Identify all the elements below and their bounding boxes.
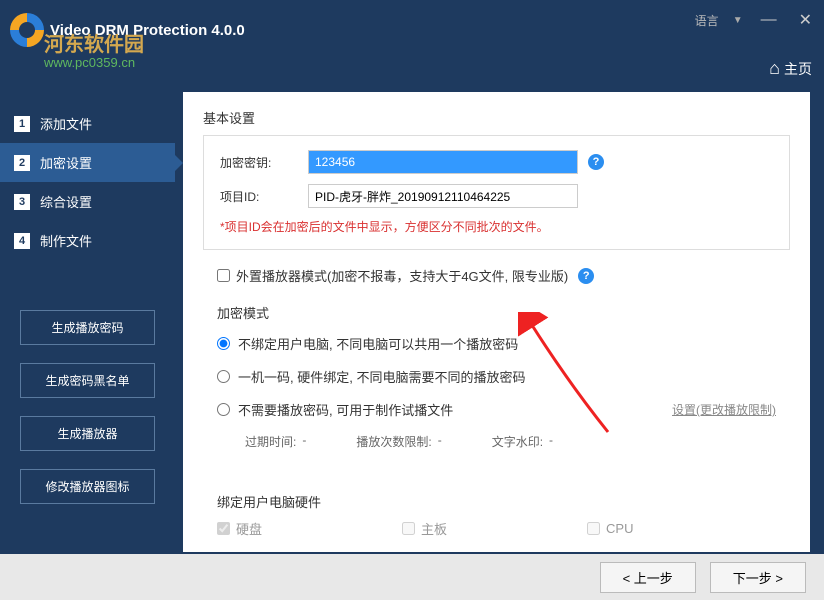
mode-radio-1[interactable] — [217, 370, 230, 383]
sidebar: 1 添加文件 2 加密设置 3 综合设置 4 制作文件 生成播放密码 生成密码黑… — [0, 82, 175, 552]
project-id-input[interactable] — [308, 184, 578, 208]
play-limit-value: - — [438, 433, 442, 450]
nav-num: 1 — [14, 116, 30, 132]
help-icon[interactable]: ? — [588, 154, 604, 170]
bind-board[interactable]: 主板 — [402, 519, 447, 538]
mode-section-title: 加密模式 — [203, 303, 790, 322]
gen-player-button[interactable]: 生成播放器 — [20, 416, 155, 451]
prev-button[interactable]: < 上一步 — [600, 562, 696, 593]
app-logo-icon — [10, 13, 44, 47]
nav-num: 4 — [14, 233, 30, 249]
modify-player-icon-button[interactable]: 修改播放器图标 — [20, 469, 155, 504]
watermark-cn-text: 河东软件园 — [44, 28, 144, 57]
text-watermark-label: 文字水印: — [492, 433, 543, 450]
nav-item-encrypt-settings[interactable]: 2 加密设置 — [0, 143, 175, 182]
window-controls: 语言 ▼ — ✕ — [695, 8, 816, 32]
bind-disk-checkbox[interactable] — [217, 522, 230, 535]
home-icon — [769, 58, 780, 79]
basic-fieldset: 加密密钥: ? 项目ID: *项目ID会在加密后的文件中显示，方便区分不同批次的… — [203, 135, 790, 250]
mode-option-no-bind[interactable]: 不绑定用户电脑, 不同电脑可以共用一个播放密码 — [217, 334, 776, 353]
bottom-bar: < 上一步 下一步 > — [0, 554, 824, 600]
external-player-label: 外置播放器模式(加密不报毒，支持大于4G文件, 限专业版) — [236, 266, 568, 285]
gen-play-password-button[interactable]: 生成播放密码 — [20, 310, 155, 345]
nav-item-add-file[interactable]: 1 添加文件 — [0, 104, 175, 143]
mode-option-hw-bind[interactable]: 一机一码, 硬件绑定, 不同电脑需要不同的播放密码 — [217, 367, 776, 386]
title-bar: Video DRM Protection 4.0.0 河东软件园 www.pc0… — [0, 0, 824, 60]
nav-num: 3 — [14, 194, 30, 210]
main-panel: 基本设置 加密密钥: ? 项目ID: *项目ID会在加密后的文件中显示，方便区分… — [183, 92, 810, 552]
nav-label: 添加文件 — [40, 114, 92, 133]
next-button[interactable]: 下一步 > — [710, 562, 806, 593]
nav-label: 制作文件 — [40, 231, 92, 250]
expire-value: - — [302, 433, 306, 450]
home-link[interactable]: 主页 — [769, 58, 812, 79]
bind-cpu[interactable]: CPU — [587, 519, 633, 538]
bind-board-checkbox[interactable] — [402, 522, 415, 535]
mode-label: 一机一码, 硬件绑定, 不同电脑需要不同的播放密码 — [238, 367, 525, 386]
bind-disk[interactable]: 硬盘 — [217, 519, 262, 538]
bind-section-title: 绑定用户电脑硬件 — [217, 492, 776, 511]
encrypt-mode-group: 不绑定用户电脑, 不同电脑可以共用一个播放密码 一机一码, 硬件绑定, 不同电脑… — [203, 330, 790, 462]
play-limit-label: 播放次数限制: — [356, 433, 431, 450]
minimize-button[interactable]: — — [757, 9, 781, 31]
language-label: 语言 — [695, 12, 719, 29]
bind-cpu-checkbox[interactable] — [587, 522, 600, 535]
mode-label: 不绑定用户电脑, 不同电脑可以共用一个播放密码 — [238, 334, 518, 353]
watermark-url-text: www.pc0359.cn — [44, 55, 144, 70]
project-id-warning: *项目ID会在加密后的文件中显示，方便区分不同批次的文件。 — [220, 218, 773, 235]
watermark-overlay: 河东软件园 www.pc0359.cn — [44, 28, 144, 70]
nav-label: 综合设置 — [40, 192, 92, 211]
mode-label: 不需要播放密码, 可用于制作试播文件 — [238, 400, 453, 419]
nav-item-general-settings[interactable]: 3 综合设置 — [0, 182, 175, 221]
basic-section-title: 基本设置 — [203, 108, 790, 127]
text-watermark-value: - — [549, 433, 553, 450]
nav-item-build-file[interactable]: 4 制作文件 — [0, 221, 175, 260]
gen-password-blacklist-button[interactable]: 生成密码黑名单 — [20, 363, 155, 398]
external-player-checkbox[interactable] — [217, 269, 230, 282]
external-player-row[interactable]: 外置播放器模式(加密不报毒，支持大于4G文件, 限专业版) ? — [203, 266, 790, 285]
encrypt-key-label: 加密密钥: — [220, 154, 308, 171]
help-icon[interactable]: ? — [578, 268, 594, 284]
bind-hardware-group: 绑定用户电脑硬件 硬盘 主板 CPU — [203, 488, 790, 542]
language-dropdown-icon[interactable]: ▼ — [733, 15, 743, 26]
home-label: 主页 — [784, 59, 812, 79]
mode-option-no-password[interactable]: 不需要播放密码, 可用于制作试播文件 设置(更改播放限制) — [217, 400, 776, 419]
close-button[interactable]: ✕ — [795, 8, 816, 32]
encrypt-key-input[interactable] — [308, 150, 578, 174]
nav-num: 2 — [14, 155, 30, 171]
project-id-label: 项目ID: — [220, 188, 308, 205]
mode-radio-0[interactable] — [217, 337, 230, 350]
mode-radio-2[interactable] — [217, 403, 230, 416]
play-limit-settings-link[interactable]: 设置(更改播放限制) — [672, 401, 776, 418]
play-limit-summary: 过期时间:- 播放次数限制:- 文字水印:- — [217, 433, 776, 450]
expire-label: 过期时间: — [245, 433, 296, 450]
nav-label: 加密设置 — [40, 153, 92, 172]
